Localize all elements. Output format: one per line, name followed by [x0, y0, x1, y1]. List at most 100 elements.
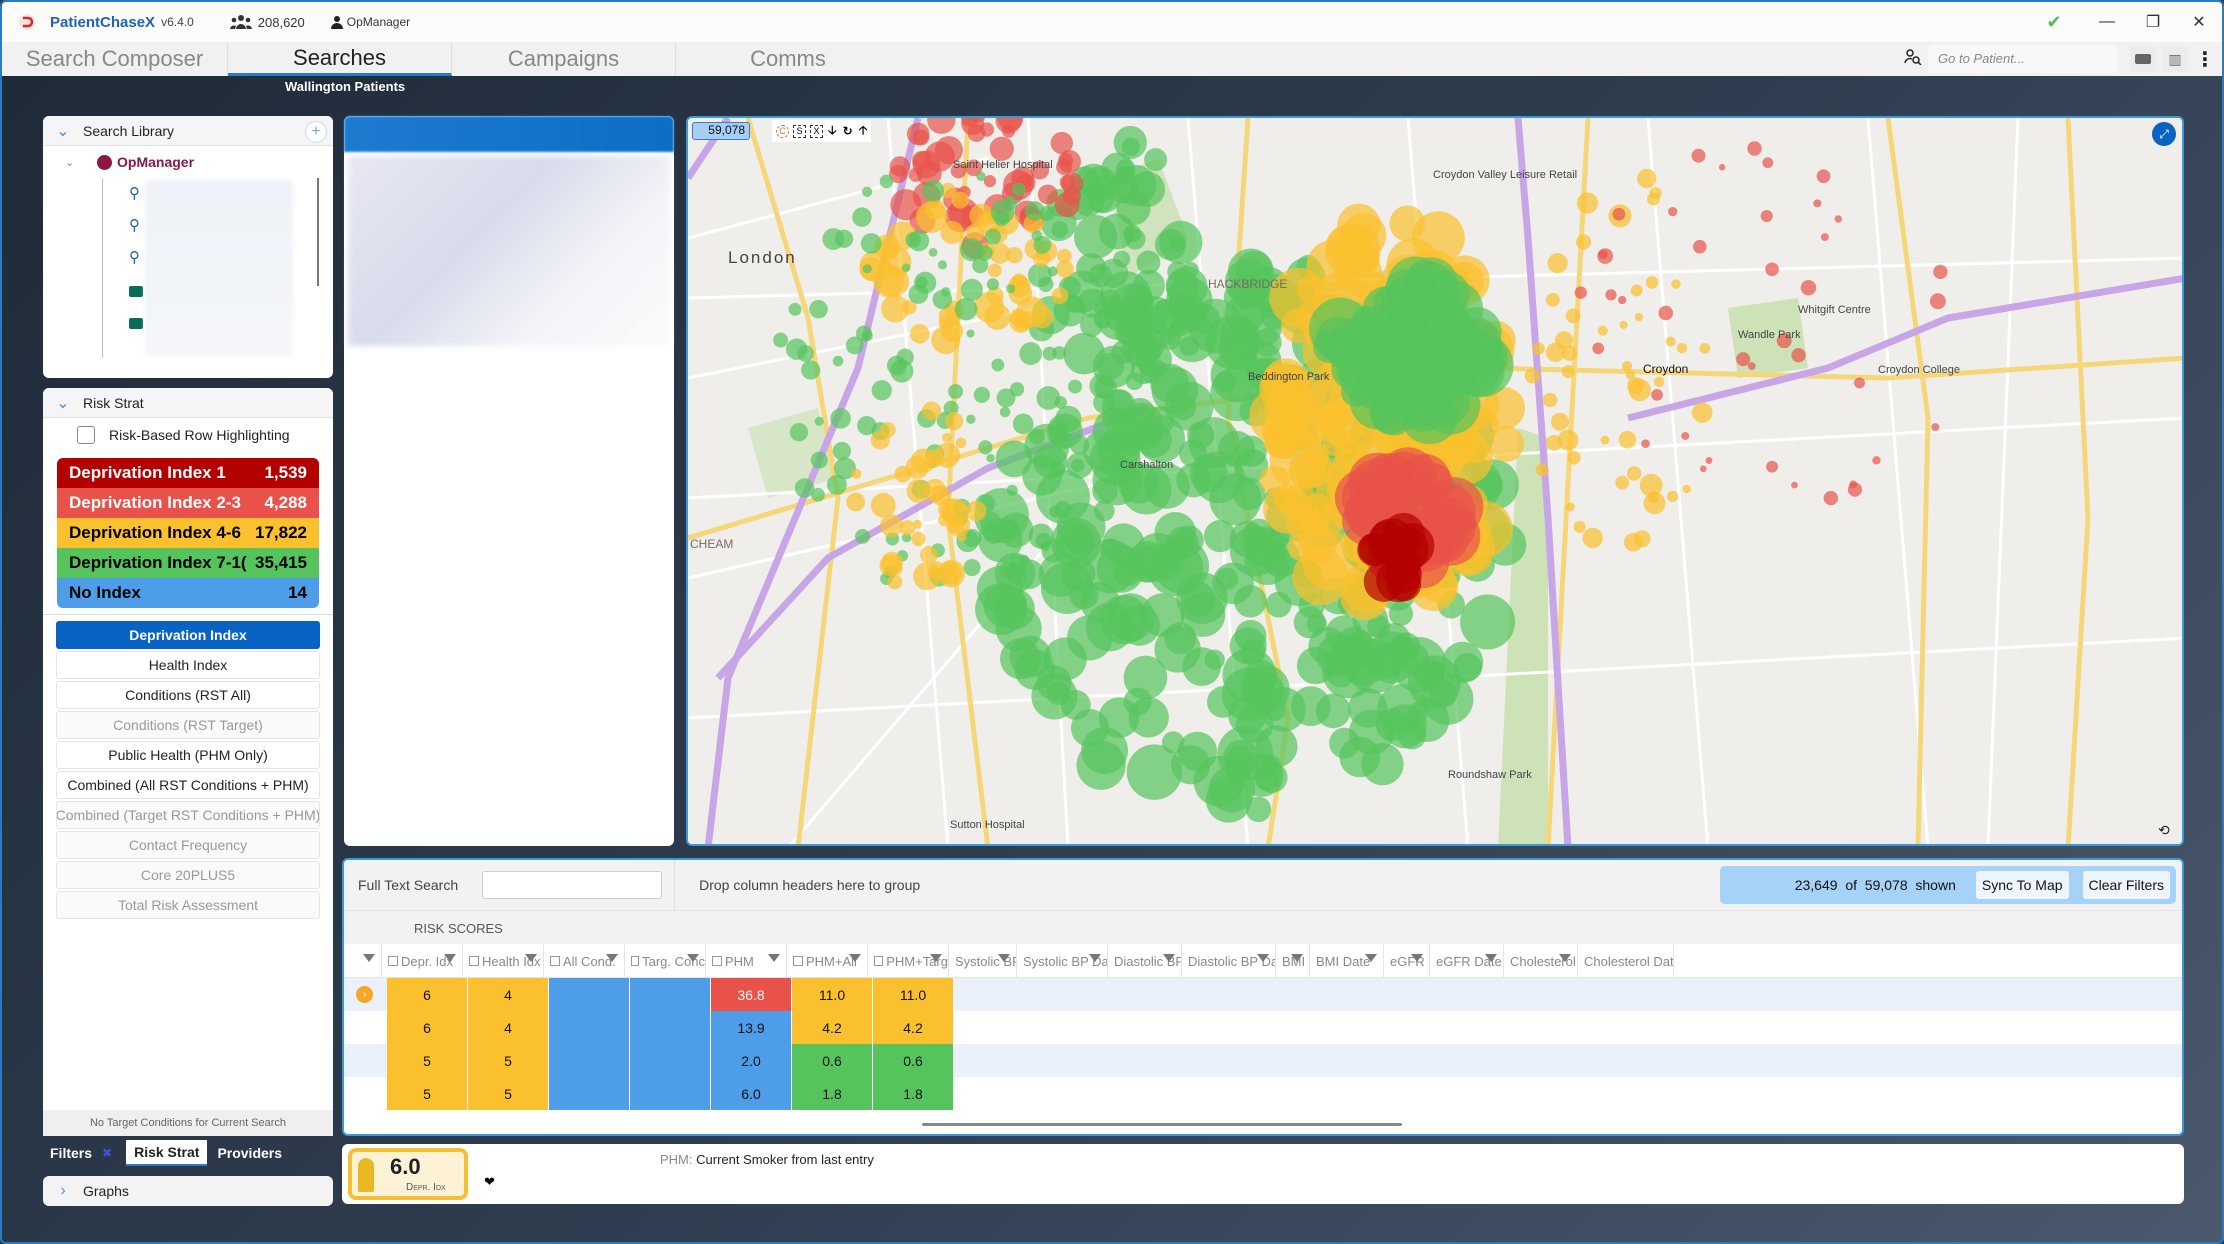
risk-score-cell[interactable]: 4.2 [873, 1011, 954, 1044]
row-indicator-header[interactable] [344, 944, 382, 978]
risk-legend-item[interactable]: Deprivation Index 1 1,539 [57, 458, 319, 488]
reset-rotation-button[interactable]: ⟲ [2158, 822, 2176, 840]
column-header[interactable]: Targ. Conc [625, 944, 706, 978]
filter-icon[interactable] [1089, 954, 1101, 962]
column-header[interactable]: Cholesterol Date [1578, 944, 1674, 978]
risk-score-cell[interactable]: 11.0 [873, 978, 954, 1011]
risk-score-cell[interactable]: 13.9 [711, 1011, 792, 1044]
risk-score-cell[interactable]: 36.8 [711, 978, 792, 1011]
filter-icon[interactable] [525, 954, 537, 962]
tab-campaigns[interactable]: Campaigns [452, 42, 676, 76]
column-header[interactable]: Depr. Idx [382, 944, 463, 978]
risk-score-cell[interactable] [549, 1044, 630, 1077]
filter-icon[interactable] [1365, 954, 1377, 962]
risk-option-button[interactable]: Health Index [56, 651, 320, 679]
filter-icon[interactable] [1411, 954, 1423, 962]
filter-icon[interactable] [1163, 954, 1175, 962]
risk-option-button[interactable]: Contact Frequency [56, 831, 320, 859]
map-view-button[interactable]: ▥ [2162, 46, 2188, 72]
tab-searches[interactable]: Searches [228, 42, 452, 76]
goto-patient-input[interactable]: Go to Patient... [1928, 45, 2118, 73]
filter-icon[interactable] [1485, 954, 1497, 962]
arrow-down-icon[interactable]: 🡣 [828, 121, 837, 142]
arrow-up-icon[interactable]: 🡡 [859, 121, 868, 142]
risk-score-cell[interactable] [630, 978, 711, 1011]
column-header[interactable]: BMI [1276, 944, 1310, 978]
column-header[interactable]: eGFR Date [1430, 944, 1504, 978]
filter-icon[interactable] [1291, 954, 1303, 962]
risk-score-cell[interactable]: 1.8 [873, 1077, 954, 1110]
grid-horizontal-scrollbar[interactable] [922, 1123, 1402, 1126]
search-library-header[interactable]: ⌄ Search Library + [43, 116, 333, 146]
tree-owner-node[interactable]: OpManager [97, 154, 194, 170]
column-header[interactable]: All Cond. [544, 944, 625, 978]
clear-filters-button[interactable]: Clear Filters [2082, 871, 2170, 899]
patient-map[interactable]: London Saint Helier Hospital Croydon Val… [686, 116, 2184, 846]
risk-legend-item[interactable]: Deprivation Index 7-1(35,415 [57, 548, 319, 578]
risk-score-cell[interactable] [630, 1044, 711, 1077]
column-header[interactable]: PHM+All [787, 944, 868, 978]
risk-score-cell[interactable]: 5 [387, 1044, 468, 1077]
column-header[interactable]: Cholesterol [1504, 944, 1578, 978]
maximize-button[interactable]: ❐ [2130, 12, 2176, 32]
filter-icon[interactable] [687, 954, 699, 962]
risk-score-cell[interactable]: 5 [468, 1077, 549, 1110]
column-header[interactable]: PHM+Targ [868, 944, 949, 978]
risk-score-cell[interactable]: 5 [468, 1044, 549, 1077]
tab-filters[interactable]: Filters [50, 1145, 92, 1161]
filter-icon[interactable] [930, 954, 942, 962]
column-header[interactable]: Systolic BP [949, 944, 1017, 978]
column-header[interactable]: Diastolic BP [1108, 944, 1182, 978]
minimize-button[interactable]: — [2084, 13, 2130, 31]
risk-score-cell[interactable]: 4 [468, 1011, 549, 1044]
square-select-tool[interactable]: S [793, 124, 806, 138]
clear-select-tool[interactable]: X [810, 124, 823, 138]
risk-score-cell[interactable]: 5 [387, 1077, 468, 1110]
risk-strat-header[interactable]: ⌄ Risk Strat [43, 388, 333, 418]
risk-score-cell[interactable]: 0.6 [792, 1044, 873, 1077]
risk-score-cell[interactable]: 11.0 [792, 978, 873, 1011]
map-canvas[interactable]: London Saint Helier Hospital Croydon Val… [688, 118, 2184, 846]
risk-score-cell[interactable]: 6.0 [711, 1077, 792, 1110]
filter-icon[interactable] [444, 954, 456, 962]
tab-providers[interactable]: Providers [217, 1145, 282, 1161]
row-highlighting-checkbox[interactable] [77, 426, 95, 444]
filter-icon[interactable] [606, 954, 618, 962]
tab-comms[interactable]: Comms [676, 42, 900, 76]
clear-filters-icon[interactable]: ✖ [102, 1146, 112, 1160]
risk-score-cell[interactable]: 6 [387, 1011, 468, 1044]
refresh-icon[interactable]: ↻ [843, 124, 853, 138]
risk-score-cell[interactable] [549, 1077, 630, 1110]
risk-score-cell[interactable]: 1.8 [792, 1077, 873, 1110]
risk-option-button[interactable]: Core 20PLUS5 [56, 861, 320, 889]
close-button[interactable]: ✕ [2176, 12, 2222, 32]
filter-icon[interactable] [1257, 954, 1269, 962]
column-header[interactable]: Systolic BP Date [1017, 944, 1108, 978]
circle-select-tool[interactable]: C [776, 124, 789, 138]
column-header[interactable]: BMI Date [1310, 944, 1384, 978]
risk-legend-item[interactable]: Deprivation Index 4-6 17,822 [57, 518, 319, 548]
tree-scrollbar[interactable] [317, 178, 319, 286]
sync-to-map-button[interactable]: Sync To Map [1975, 871, 2069, 899]
filter-icon[interactable] [998, 954, 1010, 962]
group-drop-zone[interactable]: Drop column headers here to group [699, 877, 920, 893]
add-search-button[interactable]: + [305, 121, 327, 143]
filter-icon[interactable] [363, 954, 375, 962]
risk-option-button[interactable]: Combined (All RST Conditions + PHM) [56, 771, 320, 799]
risk-option-button[interactable]: Deprivation Index [56, 621, 320, 649]
tab-search-composer[interactable]: Search Composer [2, 42, 228, 76]
risk-score-cell[interactable]: 4 [468, 978, 549, 1011]
column-header[interactable]: Diastolic BP Date [1182, 944, 1276, 978]
risk-score-cell[interactable]: 2.0 [711, 1044, 792, 1077]
graphs-panel[interactable]: › Graphs [43, 1176, 333, 1206]
risk-score-cell[interactable]: 4.2 [792, 1011, 873, 1044]
risk-score-cell[interactable]: 0.6 [873, 1044, 954, 1077]
column-header[interactable]: Health Idx [463, 944, 544, 978]
column-header[interactable]: eGFR [1384, 944, 1430, 978]
risk-score-cell[interactable] [549, 1011, 630, 1044]
expand-map-button[interactable]: ⤢ [2152, 122, 2176, 146]
risk-score-cell[interactable]: 6 [387, 978, 468, 1011]
risk-option-button[interactable]: Public Health (PHM Only) [56, 741, 320, 769]
keyboard-button[interactable] [2130, 46, 2156, 72]
row-highlighting-toggle[interactable]: Risk-Based Row Highlighting [43, 418, 333, 452]
